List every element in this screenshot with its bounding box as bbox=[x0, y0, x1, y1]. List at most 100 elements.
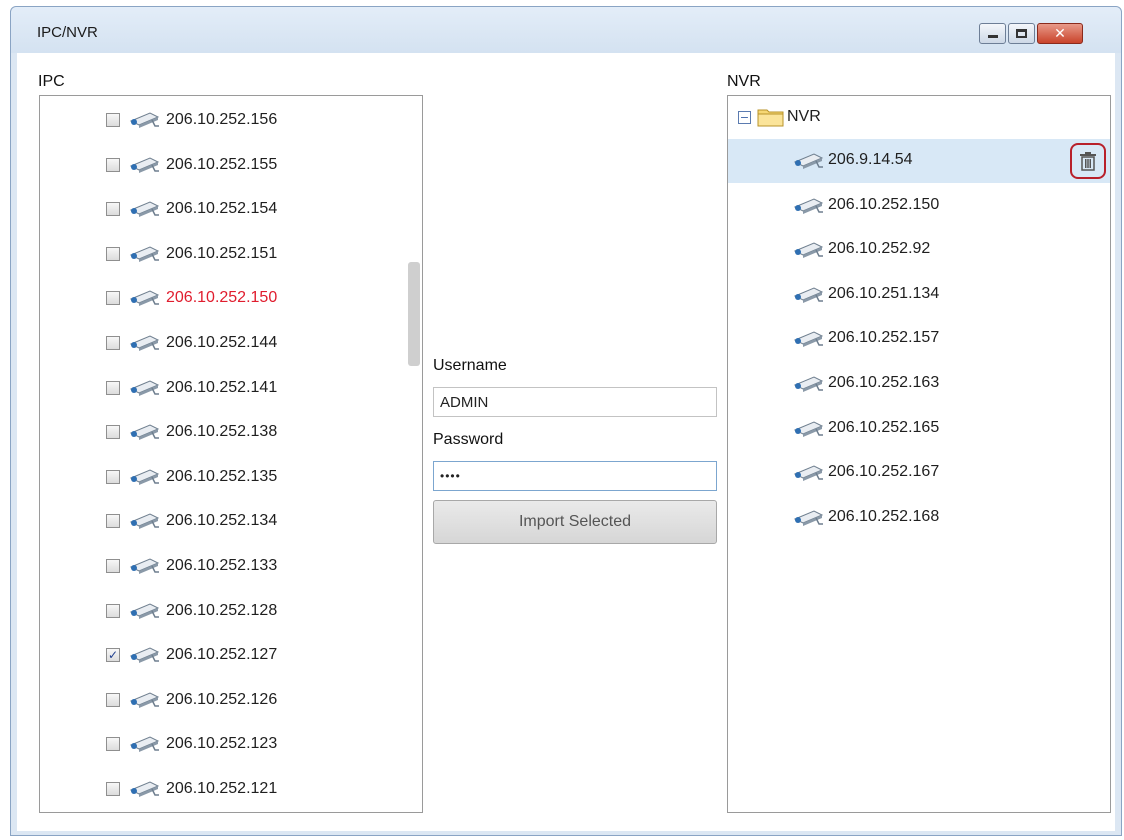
username-input[interactable]: ADMIN bbox=[433, 387, 717, 417]
camera-icon bbox=[128, 646, 162, 664]
ipc-list-item[interactable]: 206.10.252.128 bbox=[40, 591, 400, 631]
maximize-icon bbox=[1016, 29, 1027, 38]
ipc-item-ip: 206.10.252.127 bbox=[166, 646, 278, 664]
import-selected-button[interactable]: Import Selected bbox=[433, 500, 717, 544]
camera-icon bbox=[792, 420, 826, 438]
trash-icon bbox=[1080, 152, 1096, 171]
camera-icon bbox=[128, 557, 162, 575]
ipc-list-item[interactable]: 206.10.252.144 bbox=[40, 323, 400, 363]
nvr-tree-item[interactable]: 206.10.252.163 bbox=[728, 362, 1110, 406]
checkbox[interactable] bbox=[106, 559, 120, 573]
ipc-list-item[interactable]: 206.10.252.151 bbox=[40, 234, 400, 274]
folder-icon bbox=[757, 109, 784, 127]
nvr-tree-item[interactable]: 206.10.252.165 bbox=[728, 407, 1110, 451]
ipc-item-ip: 206.10.252.144 bbox=[166, 334, 278, 351]
ipc-item-ip: 206.10.252.133 bbox=[166, 557, 278, 574]
ipc-list-item[interactable]: 206.10.252.121 bbox=[40, 769, 400, 809]
ipc-list-item[interactable]: 206.10.252.133 bbox=[40, 546, 400, 586]
app-window: IPC/NVR ✕ IPC 206.10.252.121 206.10.252.… bbox=[10, 6, 1122, 836]
nvr-tree-item[interactable]: 206.10.252.168 bbox=[728, 496, 1110, 540]
camera-icon bbox=[792, 241, 826, 259]
ipc-item-ip: 206.10.252.150 bbox=[166, 289, 278, 307]
nvr-item-ip: 206.10.251.134 bbox=[828, 284, 940, 302]
camera-icon bbox=[128, 468, 162, 486]
ipc-item-ip: 206.10.252.128 bbox=[166, 601, 278, 619]
ipc-item-ip: 206.10.252.126 bbox=[166, 690, 278, 708]
nvr-item-ip: 206.10.252.168 bbox=[828, 507, 940, 525]
collapse-icon[interactable]: − bbox=[738, 110, 751, 124]
checkbox[interactable] bbox=[106, 246, 120, 261]
maximize-button[interactable] bbox=[1008, 23, 1035, 44]
checkbox[interactable] bbox=[106, 380, 120, 395]
title-bar[interactable]: IPC/NVR ✕ bbox=[11, 7, 1121, 53]
checkbox[interactable] bbox=[106, 425, 120, 440]
camera-icon bbox=[792, 464, 826, 482]
ipc-item-ip: 206.10.252.156 bbox=[166, 111, 278, 128]
checkbox[interactable] bbox=[106, 514, 120, 529]
ipc-list-item[interactable]: 206.10.252.134 bbox=[40, 501, 400, 541]
checkbox[interactable] bbox=[106, 113, 120, 127]
checkbox[interactable] bbox=[106, 157, 120, 172]
camera-icon bbox=[792, 197, 826, 215]
ipc-item-ip: 206.10.252.135 bbox=[166, 467, 278, 485]
nvr-tree-item[interactable]: 206.10.252.157 bbox=[728, 317, 1110, 361]
ipc-scrollbar-thumb[interactable] bbox=[408, 262, 420, 366]
camera-icon bbox=[792, 375, 826, 393]
nvr-root-label: NVR bbox=[787, 108, 821, 125]
ipc-list[interactable]: 206.10.252.121 206.10.252.123 206.10.252… bbox=[39, 95, 423, 813]
nvr-tree-item[interactable]: 206.10.252.167 bbox=[728, 451, 1110, 495]
nvr-section-label: NVR bbox=[727, 73, 761, 90]
ipc-item-ip: 206.10.252.138 bbox=[166, 423, 278, 441]
nvr-tree-item[interactable]: 206.10.252.150 bbox=[728, 184, 1110, 228]
nvr-tree[interactable]: − NVR 206.9.14.54 206.10.252.150 206.10.… bbox=[727, 95, 1111, 813]
nvr-tree-item[interactable]: 206.10.251.134 bbox=[728, 273, 1110, 317]
checkbox[interactable] bbox=[106, 469, 120, 484]
nvr-root-node[interactable]: − NVR bbox=[738, 105, 821, 129]
ipc-list-item[interactable]: 206.10.252.150 bbox=[40, 278, 400, 318]
ipc-list-item[interactable]: 206.10.252.155 bbox=[40, 145, 400, 185]
checkbox[interactable] bbox=[106, 603, 120, 618]
ipc-list-item[interactable]: 206.10.252.141 bbox=[40, 368, 400, 408]
minimize-button[interactable] bbox=[979, 23, 1006, 44]
password-input[interactable]: •••• bbox=[433, 461, 717, 491]
checkbox-checked[interactable]: ✓ bbox=[106, 648, 120, 663]
ipc-item-ip: 206.10.252.155 bbox=[166, 155, 278, 173]
ipc-list-item[interactable]: ✓ 206.10.252.127 bbox=[40, 635, 400, 675]
camera-icon bbox=[128, 602, 162, 620]
camera-icon bbox=[792, 509, 826, 527]
checkbox[interactable] bbox=[106, 737, 120, 752]
camera-icon bbox=[128, 289, 162, 307]
close-icon: ✕ bbox=[1054, 25, 1066, 42]
nvr-item-ip: 206.10.252.163 bbox=[828, 374, 940, 391]
ipc-list-item[interactable]: 206.10.252.126 bbox=[40, 680, 400, 720]
username-label: Username bbox=[433, 357, 507, 374]
minimize-icon bbox=[987, 35, 998, 38]
camera-icon bbox=[128, 691, 162, 709]
ipc-list-item[interactable]: 206.10.252.138 bbox=[40, 412, 400, 452]
camera-icon bbox=[792, 286, 826, 304]
camera-icon bbox=[128, 512, 162, 530]
checkbox[interactable] bbox=[106, 782, 120, 796]
nvr-tree-item[interactable]: 206.9.14.54 bbox=[728, 139, 1110, 183]
ipc-item-ip: 206.10.252.151 bbox=[166, 244, 278, 262]
camera-icon bbox=[792, 330, 826, 348]
ipc-item-ip: 206.10.252.141 bbox=[166, 378, 278, 396]
close-button[interactable]: ✕ bbox=[1037, 23, 1083, 44]
password-label: Password bbox=[433, 431, 504, 448]
camera-icon bbox=[128, 200, 162, 218]
ipc-list-item[interactable]: 206.10.252.123 bbox=[40, 724, 400, 764]
checkbox[interactable] bbox=[106, 291, 120, 306]
ipc-list-item[interactable]: 206.10.252.135 bbox=[40, 457, 400, 497]
checkbox[interactable] bbox=[106, 336, 120, 350]
delete-button[interactable] bbox=[1070, 143, 1106, 179]
checkbox[interactable] bbox=[106, 692, 120, 707]
ipc-list-item[interactable]: 206.10.252.156 bbox=[40, 100, 400, 140]
window-title: IPC/NVR bbox=[37, 24, 98, 41]
ipc-list-item[interactable]: 206.10.252.154 bbox=[40, 189, 400, 229]
camera-icon bbox=[128, 735, 162, 753]
checkbox[interactable] bbox=[106, 202, 120, 217]
camera-icon bbox=[128, 780, 162, 798]
nvr-tree-item[interactable]: 206.10.252.92 bbox=[728, 228, 1110, 272]
ipc-item-ip: 206.10.252.154 bbox=[166, 200, 278, 218]
camera-icon bbox=[128, 334, 162, 352]
